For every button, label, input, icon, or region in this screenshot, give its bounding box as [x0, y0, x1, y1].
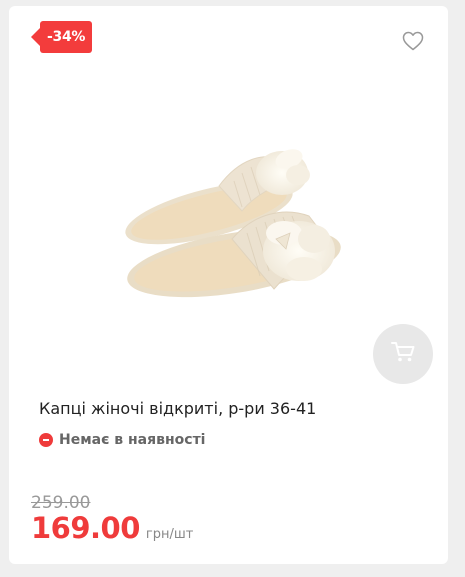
cart-icon	[390, 340, 416, 368]
badge-tip	[31, 28, 40, 46]
discount-badge-label: -34%	[40, 21, 93, 53]
stock-status: Немає в наявності	[39, 432, 205, 448]
minus-circle-icon	[39, 433, 53, 447]
add-to-cart-button[interactable]	[373, 324, 433, 384]
product-image[interactable]	[114, 141, 344, 311]
old-price: 259.00	[31, 493, 91, 513]
discount-badge: -34%	[31, 21, 93, 53]
product-title[interactable]: Капці жіночі відкриті, р-ри 36-41	[39, 399, 316, 418]
price-row: 169.00 грн/шт	[31, 511, 193, 545]
product-card[interactable]: -34% Капці жіночі відкриті, р-ри 36-41 Н…	[9, 6, 448, 564]
current-price: 169.00	[31, 511, 140, 545]
price-unit: грн/шт	[145, 527, 194, 542]
stock-status-label: Немає в наявності	[59, 432, 206, 448]
heart-icon[interactable]	[402, 31, 424, 51]
